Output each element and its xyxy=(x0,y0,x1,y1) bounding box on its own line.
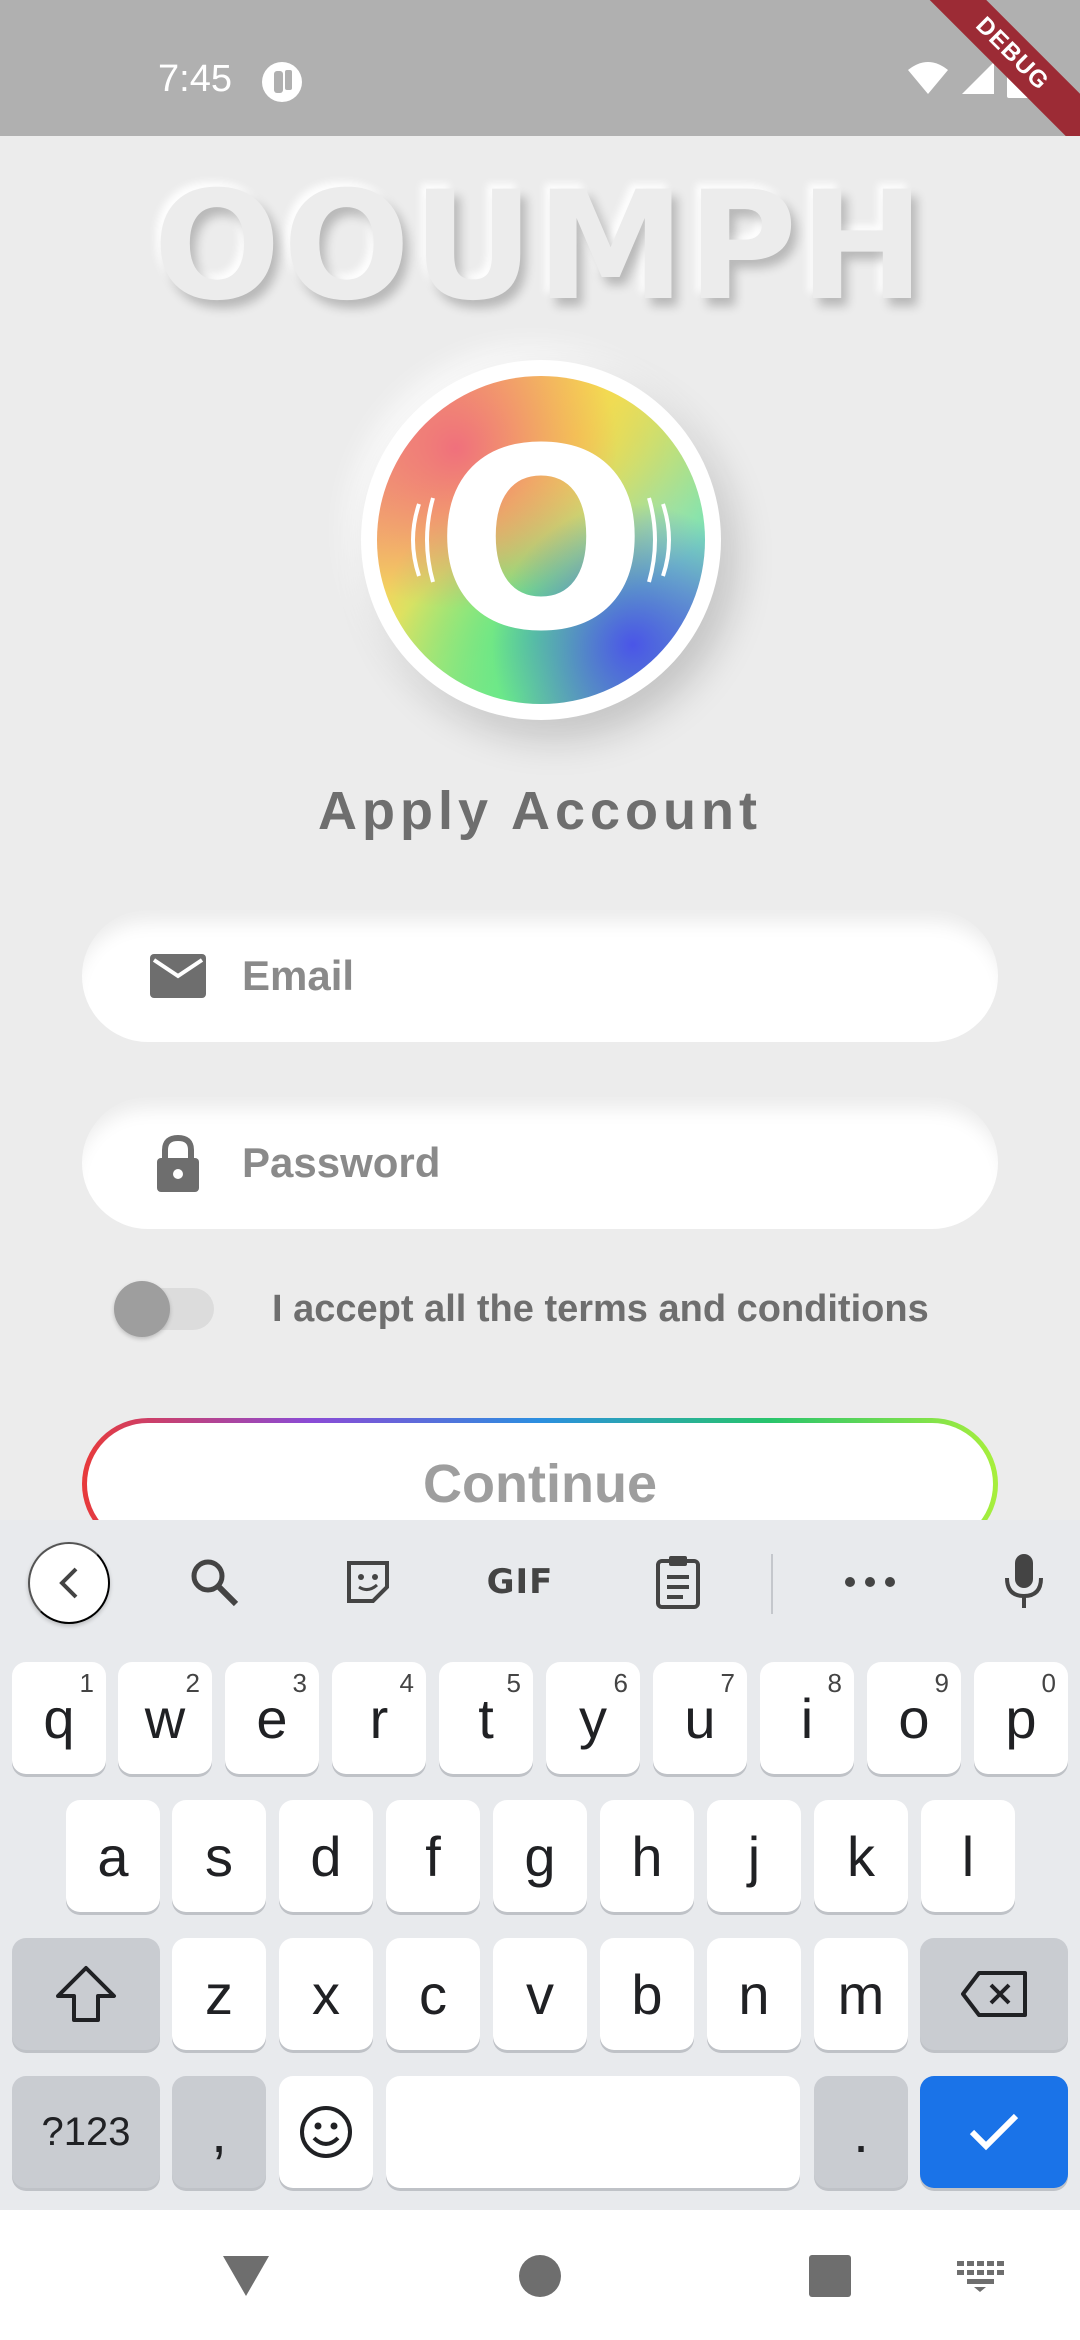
period-key[interactable]: . xyxy=(814,2076,908,2188)
brand-title: OOUMPH xyxy=(153,160,927,334)
gif-button[interactable]: GIF xyxy=(484,1544,556,1620)
key-p[interactable]: p0 xyxy=(974,1662,1068,1774)
status-bar: 7:45 DEBUG xyxy=(0,0,1080,136)
key-w[interactable]: w2 xyxy=(118,1662,212,1774)
key-e[interactable]: e3 xyxy=(225,1662,319,1774)
emoji-icon xyxy=(300,2106,352,2158)
key-label: t xyxy=(478,1686,494,1750)
key-label: y xyxy=(579,1686,607,1750)
key-label: q xyxy=(43,1686,75,1750)
key-n[interactable]: n xyxy=(707,1938,801,2050)
key-k[interactable]: k xyxy=(814,1800,908,1912)
comma-key[interactable]: , xyxy=(172,2076,266,2188)
shift-icon xyxy=(56,1966,116,2022)
more-icon[interactable] xyxy=(838,1544,902,1620)
key-g[interactable]: g xyxy=(493,1800,587,1912)
emoji-key[interactable] xyxy=(279,2076,373,2188)
key-label: r xyxy=(369,1686,389,1750)
key-label: p xyxy=(1005,1686,1037,1750)
key-j[interactable]: j xyxy=(707,1800,801,1912)
email-field[interactable] xyxy=(82,910,998,1042)
navigation-bar xyxy=(0,2210,1080,2340)
email-input[interactable] xyxy=(242,940,942,1012)
recents-square-icon[interactable] xyxy=(798,2244,862,2308)
apply-account-heading: Apply Account xyxy=(317,781,762,841)
key-q[interactable]: q1 xyxy=(12,1662,106,1774)
mail-icon xyxy=(148,946,208,1006)
shift-key[interactable] xyxy=(12,1938,160,2050)
soft-keyboard: GIF q1 w2 e3 r4 t5 y6 u7 i8 o9 p0 a s d … xyxy=(0,1520,1080,2210)
key-u[interactable]: u7 xyxy=(653,1662,747,1774)
key-f[interactable]: f xyxy=(386,1800,480,1912)
wifi-icon xyxy=(908,62,948,94)
key-d[interactable]: d xyxy=(279,1800,373,1912)
key-hint: 7 xyxy=(720,1668,735,1698)
password-field[interactable] xyxy=(82,1097,998,1229)
key-y[interactable]: y6 xyxy=(546,1662,640,1774)
key-i[interactable]: i8 xyxy=(760,1662,854,1774)
app-notification-icon xyxy=(262,62,302,102)
space-key[interactable] xyxy=(386,2076,800,2188)
keyboard-switch-icon[interactable] xyxy=(948,2244,1012,2308)
key-a[interactable]: a xyxy=(66,1800,160,1912)
signal-icon xyxy=(962,62,994,94)
status-time: 7:45 xyxy=(158,58,232,100)
key-v[interactable]: v xyxy=(493,1938,587,2050)
sound-waves-icon xyxy=(411,497,671,583)
key-t[interactable]: t5 xyxy=(439,1662,533,1774)
terms-label: I accept all the terms and conditions xyxy=(272,1288,929,1330)
lock-icon xyxy=(148,1133,208,1193)
sticker-icon[interactable] xyxy=(336,1544,400,1620)
key-b[interactable]: b xyxy=(600,1938,694,2050)
checkmark-icon xyxy=(969,2113,1019,2151)
back-arrow-icon[interactable] xyxy=(28,1542,110,1624)
enter-key[interactable] xyxy=(920,2076,1068,2188)
terms-toggle[interactable] xyxy=(114,1278,214,1340)
key-hint: 3 xyxy=(292,1668,307,1698)
key-label: o xyxy=(898,1686,930,1750)
key-o[interactable]: o9 xyxy=(867,1662,961,1774)
home-circle-icon[interactable] xyxy=(508,2244,572,2308)
app-logo: O xyxy=(361,360,721,720)
toolbar-divider xyxy=(771,1554,773,1614)
key-label: i xyxy=(800,1686,814,1750)
key-hint: 9 xyxy=(934,1668,949,1698)
symbols-key[interactable]: ?123 xyxy=(12,2076,160,2188)
key-label: e xyxy=(256,1686,288,1750)
keyboard-toolbar: GIF xyxy=(0,1520,1080,1644)
key-r[interactable]: r4 xyxy=(332,1662,426,1774)
key-hint: 0 xyxy=(1041,1668,1056,1698)
logo-gradient-circle: O xyxy=(377,376,705,704)
key-hint: 8 xyxy=(827,1668,842,1698)
key-h[interactable]: h xyxy=(600,1800,694,1912)
key-s[interactable]: s xyxy=(172,1800,266,1912)
key-label: u xyxy=(684,1686,716,1750)
key-label: w xyxy=(144,1686,186,1750)
key-hint: 5 xyxy=(506,1668,521,1698)
clipboard-icon[interactable] xyxy=(646,1544,710,1620)
back-triangle-icon[interactable] xyxy=(214,2244,278,2308)
key-l[interactable]: l xyxy=(921,1800,1015,1912)
key-hint: 2 xyxy=(185,1668,200,1698)
backspace-icon xyxy=(961,1971,1027,2017)
key-hint: 6 xyxy=(613,1668,628,1698)
backspace-key[interactable] xyxy=(920,1938,1068,2050)
toggle-thumb xyxy=(114,1281,170,1337)
key-hint: 4 xyxy=(399,1668,414,1698)
key-hint: 1 xyxy=(79,1668,94,1698)
password-input[interactable] xyxy=(242,1127,942,1199)
key-c[interactable]: c xyxy=(386,1938,480,2050)
key-x[interactable]: x xyxy=(279,1938,373,2050)
key-m[interactable]: m xyxy=(814,1938,908,2050)
search-icon[interactable] xyxy=(182,1544,246,1620)
key-z[interactable]: z xyxy=(172,1938,266,2050)
mic-icon[interactable] xyxy=(992,1544,1056,1620)
